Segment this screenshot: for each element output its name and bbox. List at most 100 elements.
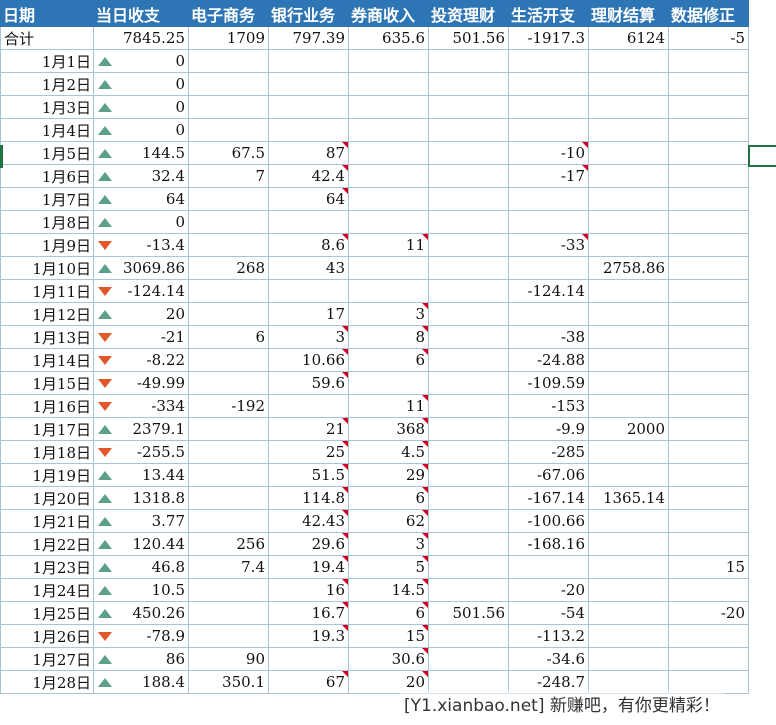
living-cell[interactable]: -153 (508, 394, 589, 418)
invest-cell[interactable] (428, 348, 509, 372)
settle-cell[interactable] (588, 233, 669, 257)
daily-cell[interactable]: -21 (93, 325, 189, 349)
living-cell[interactable]: -17 (508, 164, 589, 188)
broker-cell[interactable] (348, 141, 429, 165)
living-cell[interactable]: -67.06 (508, 463, 589, 487)
ecommerce-cell[interactable] (188, 371, 269, 395)
invest-cell[interactable] (428, 164, 509, 188)
banking-cell[interactable] (268, 394, 349, 418)
daily-cell[interactable]: 13.44 (93, 463, 189, 487)
fix-cell[interactable] (668, 279, 749, 303)
fix-cell[interactable] (668, 72, 749, 96)
daily-cell[interactable]: -124.14 (93, 279, 189, 303)
banking-cell[interactable]: 25 (268, 440, 349, 464)
selected-cell[interactable] (748, 145, 776, 167)
broker-cell[interactable]: 29 (348, 463, 429, 487)
invest-cell[interactable] (428, 72, 509, 96)
date-cell[interactable]: 1月27日 (0, 647, 94, 671)
daily-cell[interactable]: 188.4 (93, 670, 189, 694)
ecommerce-cell[interactable] (188, 440, 269, 464)
banking-cell[interactable]: 17 (268, 302, 349, 326)
invest-cell[interactable] (428, 647, 509, 671)
settle-cell[interactable] (588, 187, 669, 211)
ecommerce-cell[interactable] (188, 233, 269, 257)
date-cell[interactable]: 1月10日 (0, 256, 94, 280)
broker-cell[interactable]: 3 (348, 302, 429, 326)
date-cell[interactable]: 1月6日 (0, 164, 94, 188)
broker-cell[interactable] (348, 371, 429, 395)
ecommerce-cell[interactable]: 90 (188, 647, 269, 671)
daily-cell[interactable]: -8.22 (93, 348, 189, 372)
invest-cell[interactable] (428, 463, 509, 487)
living-cell[interactable] (508, 256, 589, 280)
date-cell[interactable]: 1月4日 (0, 118, 94, 142)
broker-cell[interactable] (348, 72, 429, 96)
living-cell[interactable]: -109.59 (508, 371, 589, 395)
invest-cell[interactable] (428, 210, 509, 234)
fix-cell[interactable] (668, 118, 749, 142)
fix-cell[interactable]: 15 (668, 555, 749, 579)
living-cell[interactable] (508, 210, 589, 234)
date-cell[interactable]: 1月20日 (0, 486, 94, 510)
broker-cell[interactable] (348, 118, 429, 142)
banking-cell[interactable]: 87 (268, 141, 349, 165)
column-header[interactable]: 当日收支 (93, 0, 189, 27)
broker-cell[interactable]: 4.5 (348, 440, 429, 464)
banking-cell[interactable]: 29.6 (268, 532, 349, 556)
invest-cell[interactable] (428, 394, 509, 418)
fix-cell[interactable] (668, 532, 749, 556)
banking-cell[interactable] (268, 118, 349, 142)
settle-cell[interactable] (588, 72, 669, 96)
date-cell[interactable]: 1月15日 (0, 371, 94, 395)
date-cell[interactable]: 1月25日 (0, 601, 94, 625)
banking-cell[interactable]: 114.8 (268, 486, 349, 510)
settle-cell[interactable] (588, 164, 669, 188)
daily-cell[interactable]: -334 (93, 394, 189, 418)
invest-cell[interactable] (428, 578, 509, 602)
living-cell[interactable]: -113.2 (508, 624, 589, 648)
living-cell[interactable]: -38 (508, 325, 589, 349)
daily-cell[interactable]: 10.5 (93, 578, 189, 602)
date-cell[interactable]: 1月22日 (0, 532, 94, 556)
fix-cell[interactable] (668, 624, 749, 648)
total-daily-cell[interactable]: 7845.25 (93, 26, 189, 50)
settle-cell[interactable]: 2000 (588, 417, 669, 441)
broker-cell[interactable]: 11 (348, 233, 429, 257)
ecommerce-cell[interactable] (188, 72, 269, 96)
invest-cell[interactable] (428, 417, 509, 441)
invest-cell[interactable] (428, 325, 509, 349)
invest-cell[interactable] (428, 555, 509, 579)
daily-cell[interactable]: 0 (93, 210, 189, 234)
daily-cell[interactable]: 2379.1 (93, 417, 189, 441)
living-cell[interactable]: -168.16 (508, 532, 589, 556)
daily-cell[interactable]: -255.5 (93, 440, 189, 464)
settle-cell[interactable] (588, 95, 669, 119)
broker-cell[interactable] (348, 187, 429, 211)
broker-cell[interactable]: 8 (348, 325, 429, 349)
ecommerce-cell[interactable] (188, 348, 269, 372)
broker-cell[interactable]: 5 (348, 555, 429, 579)
ecommerce-cell[interactable] (188, 417, 269, 441)
fix-cell[interactable] (668, 95, 749, 119)
ecommerce-cell[interactable] (188, 95, 269, 119)
living-cell[interactable]: -9.9 (508, 417, 589, 441)
fix-cell[interactable] (668, 509, 749, 533)
fix-cell[interactable] (668, 164, 749, 188)
living-cell[interactable] (508, 95, 589, 119)
daily-cell[interactable]: 64 (93, 187, 189, 211)
broker-cell[interactable]: 6 (348, 601, 429, 625)
living-cell[interactable] (508, 72, 589, 96)
settle-cell[interactable] (588, 348, 669, 372)
broker-cell[interactable]: 14.5 (348, 578, 429, 602)
column-header[interactable]: 券商收入 (348, 0, 429, 27)
daily-cell[interactable]: 120.44 (93, 532, 189, 556)
settle-cell[interactable]: 2758.86 (588, 256, 669, 280)
banking-cell[interactable]: 59.6 (268, 371, 349, 395)
ecommerce-cell[interactable] (188, 302, 269, 326)
fix-cell[interactable] (668, 187, 749, 211)
ecommerce-cell[interactable]: 256 (188, 532, 269, 556)
ecommerce-cell[interactable] (188, 578, 269, 602)
fix-cell[interactable]: -20 (668, 601, 749, 625)
column-header[interactable]: 数据修正 (668, 0, 749, 27)
living-cell[interactable] (508, 187, 589, 211)
